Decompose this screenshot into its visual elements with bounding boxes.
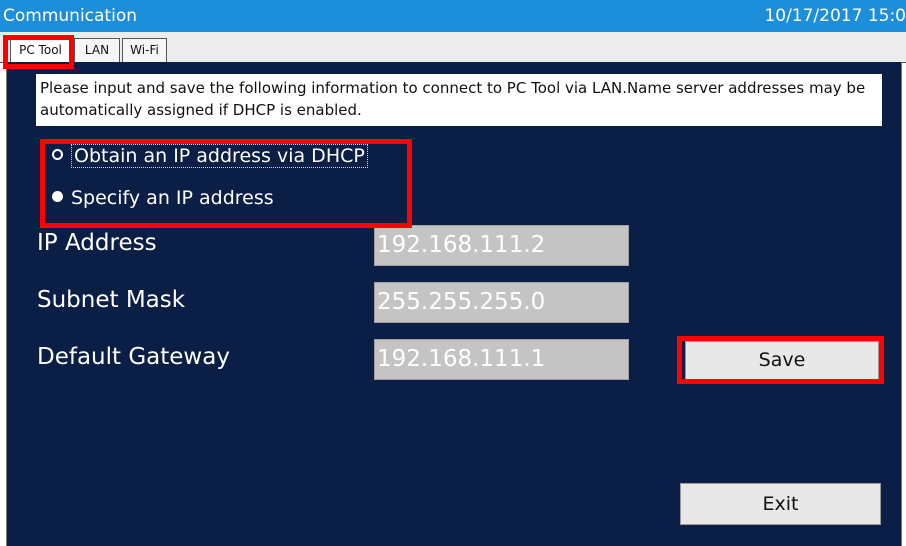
default-gateway-field[interactable]: 192.168.111.1: [374, 339, 629, 380]
ip-address-field[interactable]: 192.168.111.2: [374, 225, 629, 266]
radio-selected-icon: [52, 191, 63, 202]
ip-address-label: IP Address: [37, 230, 157, 256]
datetime-display: 10/17/2017 15:0: [764, 6, 906, 26]
radio-unselected-icon: [52, 149, 63, 160]
exit-button[interactable]: Exit: [680, 483, 881, 525]
tab-pc-tool[interactable]: PC Tool: [10, 36, 71, 63]
tab-lan[interactable]: LAN: [74, 38, 120, 62]
radio-specify-ip-label: Specify an IP address: [71, 187, 274, 209]
radio-dhcp[interactable]: Obtain an IP address via DHCP: [52, 142, 368, 170]
tab-wifi[interactable]: Wi-Fi: [122, 38, 167, 62]
window-title: Communication: [3, 6, 137, 26]
info-text: Please input and save the following info…: [36, 74, 882, 126]
settings-panel: Please input and save the following info…: [6, 62, 902, 546]
default-gateway-label: Default Gateway: [37, 344, 230, 370]
tab-bar: PC Tool LAN Wi-Fi: [0, 32, 906, 63]
radio-dhcp-label: Obtain an IP address via DHCP: [71, 144, 368, 168]
title-bar: Communication 10/17/2017 15:0: [0, 0, 906, 32]
save-button[interactable]: Save: [685, 341, 879, 380]
subnet-mask-label: Subnet Mask: [37, 287, 186, 313]
radio-specify-ip[interactable]: Specify an IP address: [52, 184, 274, 212]
subnet-mask-field[interactable]: 255.255.255.0: [374, 282, 629, 323]
